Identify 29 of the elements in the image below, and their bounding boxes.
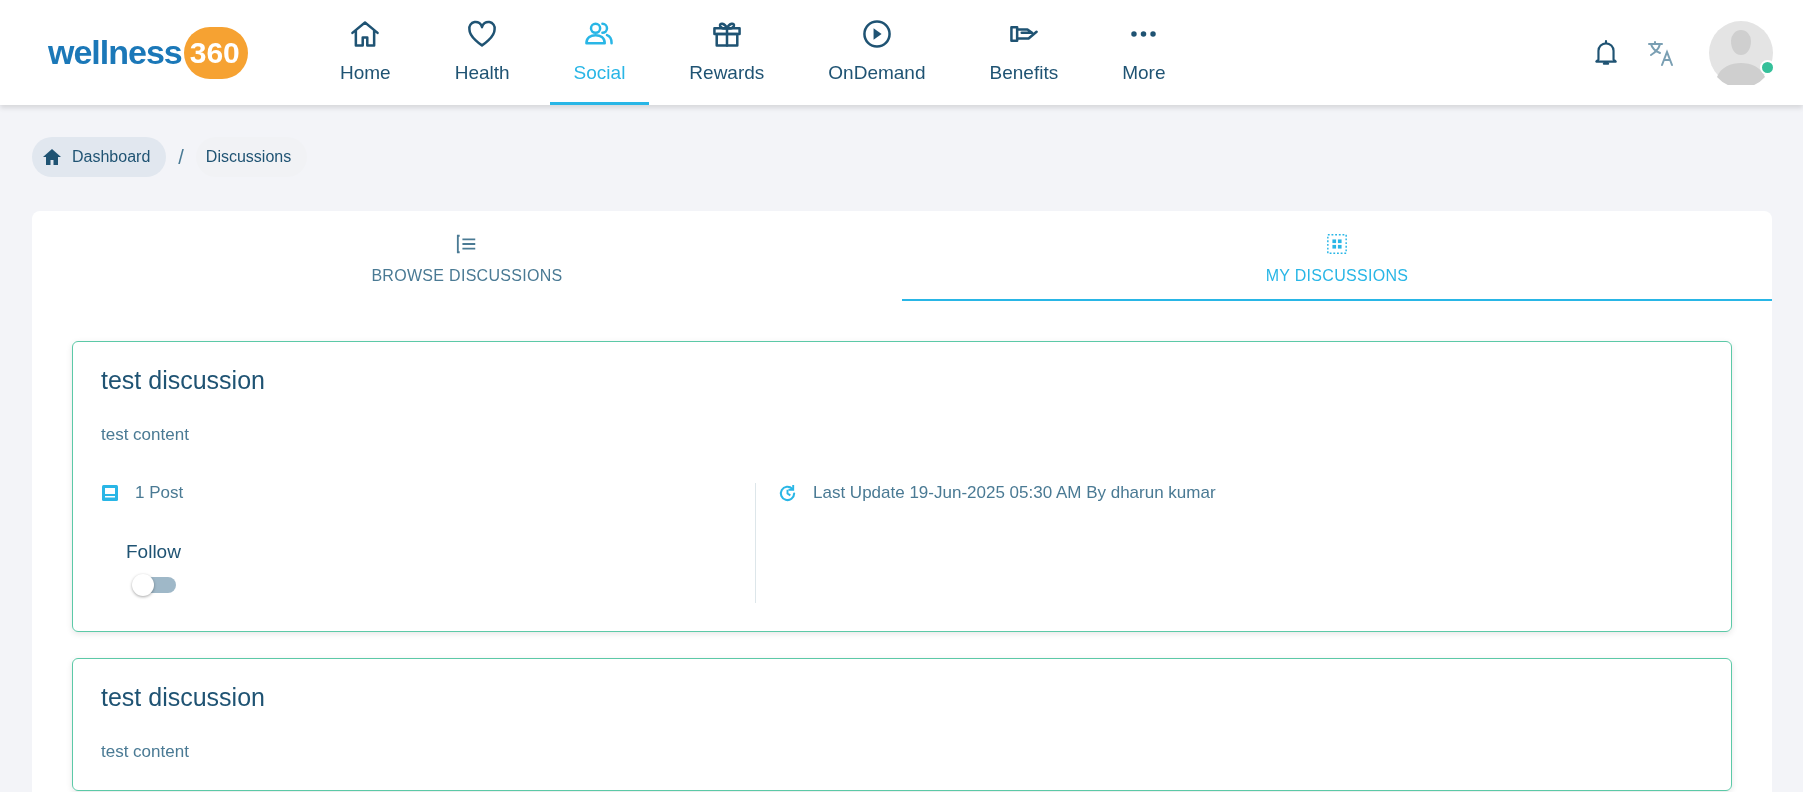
discussion-title[interactable]: test discussion [101, 683, 1703, 712]
breadcrumb-separator: / [178, 145, 184, 169]
more-icon [1131, 31, 1157, 37]
post-count: 1 Post [135, 483, 184, 503]
nav-item[interactable]: Rewards [665, 0, 789, 105]
post-icon [101, 484, 119, 502]
grid-icon [1326, 232, 1348, 255]
avatar[interactable] [1709, 20, 1773, 85]
nav-item[interactable]: OnDemand [804, 0, 950, 105]
follow-label: Follow [126, 541, 181, 563]
nav-item[interactable]: Home [316, 0, 415, 105]
discussion-content: test content [101, 742, 190, 762]
nav-item[interactable]: Benefits [965, 0, 1083, 105]
home-icon [42, 147, 62, 167]
last-update-text: Last Update 19-Jun-2025 05:30 AM By dharun kumar [813, 483, 1216, 503]
heart-icon [466, 18, 499, 50]
translate-icon[interactable] [1647, 38, 1675, 67]
notification-bell-icon[interactable] [1593, 38, 1619, 67]
discussion-title[interactable]: test discussion [101, 366, 1703, 395]
logo[interactable]: wellness 360 [48, 26, 248, 79]
tab[interactable]: BROWSE DISCUSSIONS [32, 211, 902, 301]
nav-item[interactable]: More [1098, 0, 1190, 105]
discussion-content: test content [101, 425, 190, 445]
breadcrumb-link[interactable]: Dashboard [32, 137, 167, 177]
play-icon [860, 18, 893, 50]
clock-icon [778, 483, 797, 503]
list-icon [456, 232, 478, 255]
nav-item[interactable]: Health [430, 0, 534, 105]
home-icon [349, 18, 382, 50]
